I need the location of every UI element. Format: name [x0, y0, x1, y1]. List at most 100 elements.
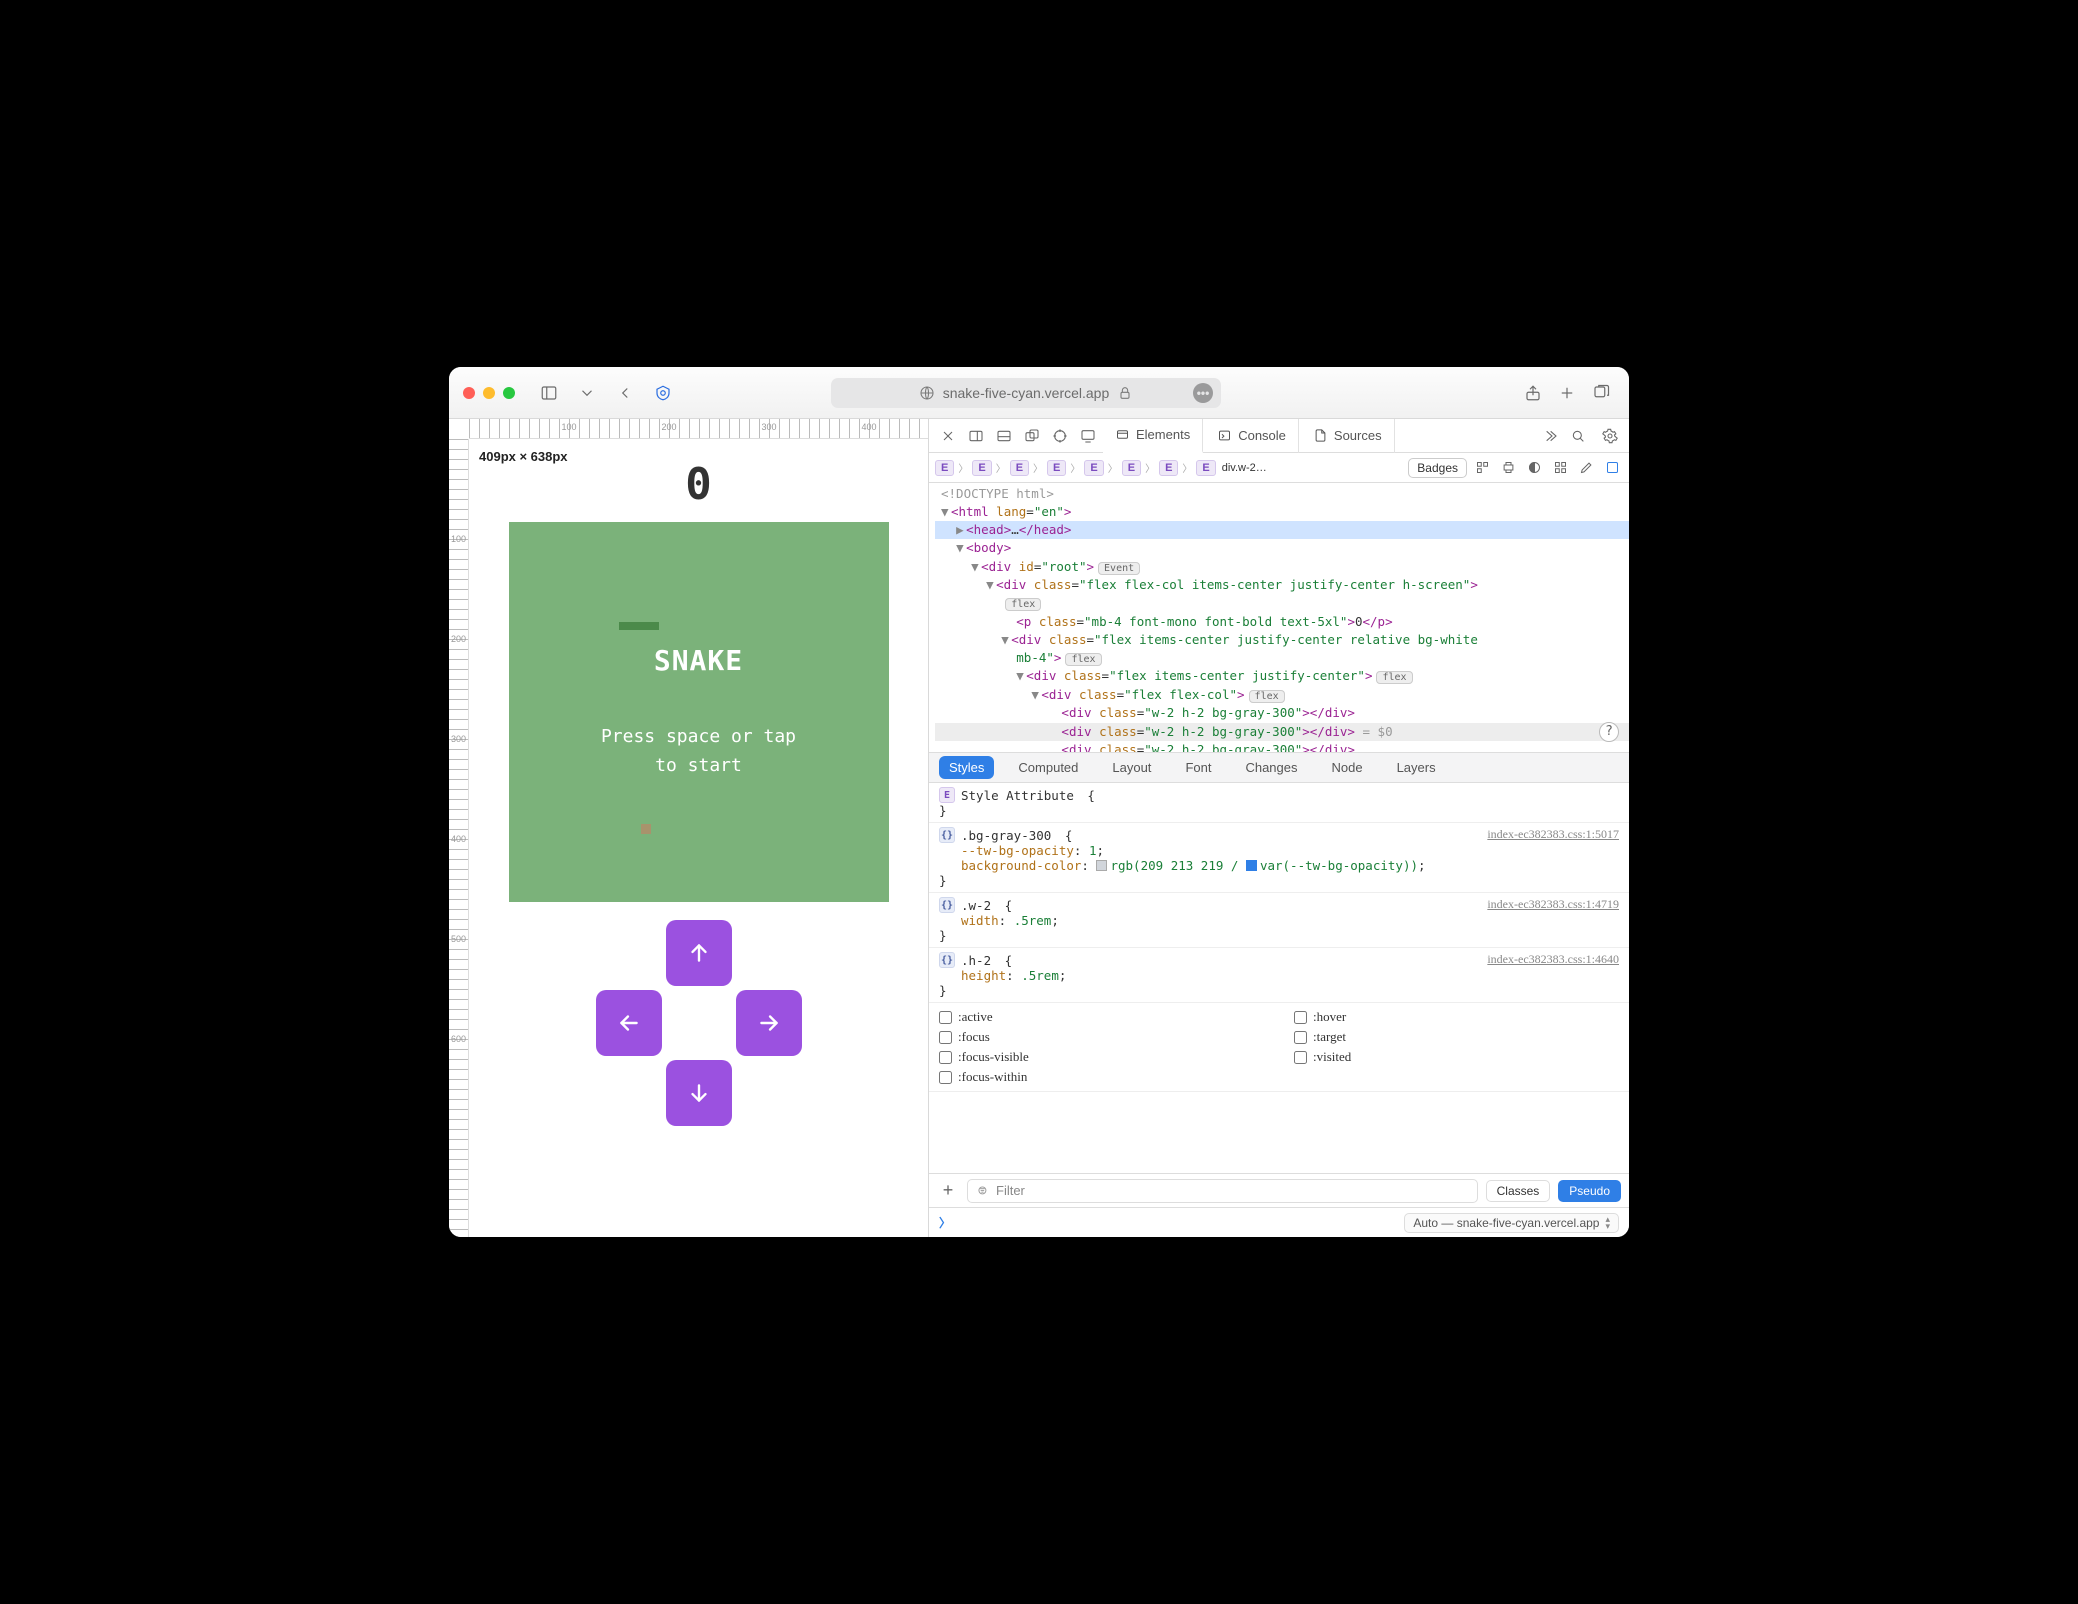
- ruler-vertical: 100 200 300 400 500 600: [449, 439, 469, 1237]
- browser-toolbar: snake-five-cyan.vercel.app •••: [449, 367, 1629, 419]
- sidebar-toggle-icon[interactable]: [535, 379, 563, 407]
- crumb[interactable]: E: [972, 460, 991, 476]
- devtools-tab-bar: Elements Console Sources: [929, 419, 1629, 453]
- pseudo-target[interactable]: :target: [1294, 1029, 1619, 1045]
- safari-window: snake-five-cyan.vercel.app ••• 100 200 3…: [449, 367, 1629, 1237]
- tab-sources[interactable]: Sources: [1301, 419, 1395, 453]
- crumb[interactable]: E: [1084, 460, 1103, 476]
- styletab-computed[interactable]: Computed: [1008, 756, 1088, 779]
- pseudo-visited[interactable]: :visited: [1294, 1049, 1619, 1065]
- element-picker-icon[interactable]: [1047, 423, 1073, 449]
- privacy-report-icon[interactable]: [649, 379, 677, 407]
- gear-icon[interactable]: [1597, 423, 1623, 449]
- pseudo-button[interactable]: Pseudo: [1558, 1180, 1621, 1202]
- dom-tree[interactable]: <!DOCTYPE html> ▼<html lang="en"> ▶<head…: [929, 483, 1629, 753]
- console-drawer: 〉 Auto — snake-five-cyan.vercel.app ▴▾: [929, 1207, 1629, 1237]
- console-tab-icon: [1217, 428, 1232, 443]
- styletab-font[interactable]: Font: [1175, 756, 1221, 779]
- styletab-layers[interactable]: Layers: [1387, 756, 1446, 779]
- styletab-node[interactable]: Node: [1322, 756, 1373, 779]
- pseudo-active[interactable]: :active: [939, 1009, 1264, 1025]
- badges-button[interactable]: Badges: [1408, 458, 1467, 478]
- dpad-left-button[interactable]: [596, 990, 662, 1056]
- crumb[interactable]: E: [1196, 460, 1215, 476]
- style-attribute-rule: EStyle Attribute { }: [929, 783, 1629, 823]
- more-tabs-icon[interactable]: [1537, 423, 1563, 449]
- dock-right-icon[interactable]: [963, 423, 989, 449]
- start-overlay: SNAKE Press space or tap to start: [601, 644, 796, 781]
- crumb[interactable]: E: [1159, 460, 1178, 476]
- rule-source-link[interactable]: index-ec382383.css:1:5017: [1487, 827, 1619, 842]
- content-row: 100 200 300 400 500 100 200 300 400 500 …: [449, 419, 1629, 1237]
- dock-undock-icon[interactable]: [1019, 423, 1045, 449]
- styles-subtabs: Styles Computed Layout Font Changes Node…: [929, 753, 1629, 783]
- pseudo-class-toggles: :active :hover :focus :target :focus-vis…: [929, 1003, 1629, 1092]
- pseudo-hover[interactable]: :hover: [1294, 1009, 1619, 1025]
- food-dot: [641, 824, 651, 834]
- snake-segment: [619, 622, 659, 630]
- rule-h-2: index-ec382383.css:1:4640 {}.h-2 { heigh…: [929, 948, 1629, 1003]
- grid-icon[interactable]: [1549, 457, 1571, 479]
- devtools-pane: Elements Console Sources E〉 E〉 E〉: [929, 419, 1629, 1237]
- direction-pad: [596, 920, 802, 1126]
- console-prompt-icon[interactable]: 〉: [939, 1214, 951, 1231]
- elements-tab-icon: [1115, 427, 1130, 442]
- pseudo-focus[interactable]: :focus: [939, 1029, 1264, 1045]
- close-window-button[interactable]: [463, 387, 475, 399]
- ruler-horizontal: 100 200 300 400 500: [469, 419, 928, 439]
- game-title: SNAKE: [601, 644, 796, 677]
- css-rules-list[interactable]: EStyle Attribute { } index-ec382383.css:…: [929, 783, 1629, 1173]
- execution-context-select[interactable]: Auto — snake-five-cyan.vercel.app ▴▾: [1404, 1213, 1619, 1233]
- filter-input[interactable]: Filter: [967, 1179, 1478, 1203]
- zoom-window-button[interactable]: [503, 387, 515, 399]
- dpad-up-button[interactable]: [666, 920, 732, 986]
- rule-source-link[interactable]: index-ec382383.css:1:4719: [1487, 897, 1619, 912]
- address-bar[interactable]: snake-five-cyan.vercel.app •••: [831, 378, 1221, 408]
- pseudo-focus-within[interactable]: :focus-within: [939, 1069, 1264, 1085]
- tab-console[interactable]: Console: [1205, 419, 1299, 453]
- window-traffic-lights: [463, 387, 515, 399]
- crumb[interactable]: E: [1122, 460, 1141, 476]
- close-devtools-icon[interactable]: [935, 423, 961, 449]
- styles-filter-bar: + Filter Classes Pseudo: [929, 1173, 1629, 1207]
- globe-icon: [919, 385, 935, 401]
- crumb[interactable]: E: [1010, 460, 1029, 476]
- styletab-changes[interactable]: Changes: [1235, 756, 1307, 779]
- styletab-styles[interactable]: Styles: [939, 756, 994, 779]
- tab-overview-icon[interactable]: [1587, 379, 1615, 407]
- address-url: snake-five-cyan.vercel.app: [943, 385, 1110, 401]
- add-rule-icon[interactable]: +: [937, 1180, 959, 1202]
- dpad-right-button[interactable]: [736, 990, 802, 1056]
- tab-group-chevron-icon[interactable]: [573, 379, 601, 407]
- styletab-layout[interactable]: Layout: [1102, 756, 1161, 779]
- dpad-down-button[interactable]: [666, 1060, 732, 1126]
- back-button-icon[interactable]: [611, 379, 639, 407]
- classes-button[interactable]: Classes: [1486, 1180, 1551, 1202]
- minimize-window-button[interactable]: [483, 387, 495, 399]
- share-icon[interactable]: [1519, 379, 1547, 407]
- responsive-preview-pane: 100 200 300 400 500 100 200 300 400 500 …: [449, 419, 929, 1237]
- game-board[interactable]: SNAKE Press space or tap to start: [509, 522, 889, 902]
- rule-source-link[interactable]: index-ec382383.css:1:4640: [1487, 952, 1619, 967]
- help-icon[interactable]: ?: [1599, 722, 1619, 742]
- page-menu-icon[interactable]: •••: [1193, 383, 1213, 403]
- new-tab-icon[interactable]: [1553, 379, 1581, 407]
- filter-icon: [976, 1184, 990, 1198]
- dark-mode-icon[interactable]: [1523, 457, 1545, 479]
- layers-icon[interactable]: [1601, 457, 1623, 479]
- rule-w-2: index-ec382383.css:1:4719 {}.w-2 { width…: [929, 893, 1629, 948]
- print-styles-icon[interactable]: [1497, 457, 1519, 479]
- pseudo-focus-visible[interactable]: :focus-visible: [939, 1049, 1264, 1065]
- tab-elements[interactable]: Elements: [1103, 419, 1203, 453]
- crumb-selected[interactable]: div.w-2…: [1220, 462, 1269, 474]
- dock-bottom-icon[interactable]: [991, 423, 1017, 449]
- paint-icon[interactable]: [1575, 457, 1597, 479]
- crumb[interactable]: E: [1047, 460, 1066, 476]
- dom-breadcrumb: E〉 E〉 E〉 E〉 E〉 E〉 E〉 E div.w-2… Badges: [929, 453, 1629, 483]
- rendered-page[interactable]: 0 SNAKE Press space or tap to start: [469, 439, 928, 1237]
- crumb[interactable]: E: [935, 460, 954, 476]
- layout-tree-icon[interactable]: [1471, 457, 1493, 479]
- device-icon[interactable]: [1075, 423, 1101, 449]
- sources-tab-icon: [1313, 428, 1328, 443]
- search-icon[interactable]: [1565, 423, 1591, 449]
